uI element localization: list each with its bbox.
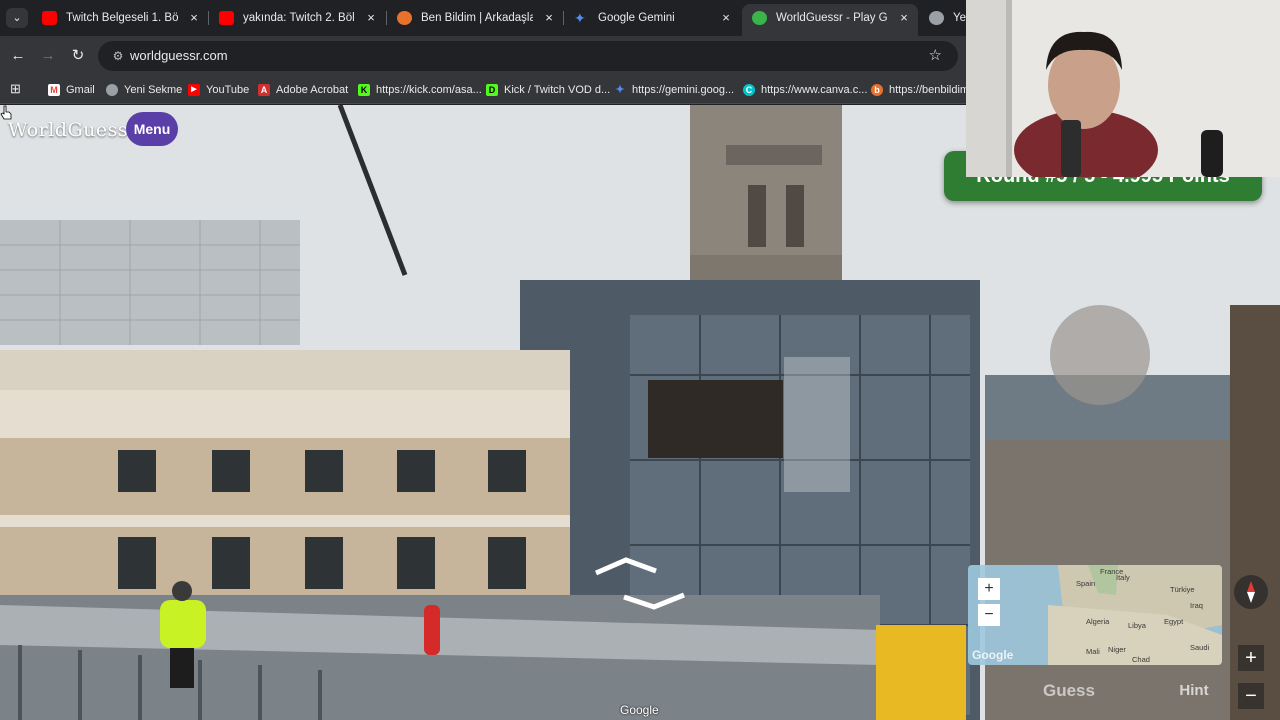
canva-icon: C [743,84,755,96]
kick-icon: D [486,84,498,96]
youtube-icon [219,11,234,25]
map-label: Iraq [1190,601,1203,610]
map-label: Egypt [1164,617,1184,626]
bookmark-adobe-acrobat[interactable]: A Adobe Acrobat [258,80,348,100]
tab-3[interactable]: Ben Bildim | Arkadaşlarınla × [387,4,563,32]
tab-5-active[interactable]: WorldGuessr - Play Geogu × [742,4,918,36]
street-view-panorama[interactable]: WorldGuessr Menu Round #5 / 5 - 4.995 Po… [0,105,1280,720]
tab-2[interactable]: yakında: Twitch 2. Bölüm - × [209,4,385,32]
benbildim-icon [397,11,412,25]
worldguessr-logo: WorldGuessr [8,119,138,141]
webcam-person-illustration [966,0,1280,177]
close-icon[interactable]: × [186,4,202,32]
back-arrow-icon[interactable]: ← [8,46,28,66]
bookmark-kick-twitch-vod[interactable]: D Kick / Twitch VOD d... [486,80,610,100]
guess-button[interactable]: Guess [1038,678,1100,704]
bookmark-star-icon[interactable]: ☆ [929,46,942,64]
tab-title: Google Gemini [598,12,675,24]
url-text[interactable]: worldguessr.com [130,41,228,71]
panorama-zoom-out-button[interactable]: − [1238,683,1264,709]
map-label: Mali [1086,647,1100,656]
map-label: Niger [1108,645,1126,654]
bookmark-label: Adobe Acrobat [276,84,349,96]
bookmark-label: https://benbildim... [889,84,979,96]
close-icon[interactable]: × [541,4,557,32]
bookmark-canva[interactable]: C https://www.canva.c... [743,80,867,100]
map-label: Türkiye [1170,585,1195,594]
bookmark-label: https://gemini.goog... [632,84,735,96]
panorama-zoom-in-button[interactable]: + [1238,645,1264,671]
map-label: Libya [1128,621,1146,630]
map-zoom-in-button[interactable]: + [978,578,1000,600]
map-zoom-out-button[interactable]: − [978,604,1000,626]
site-info-icon[interactable]: ⚙ [110,48,126,64]
benbildim-icon: b [871,84,883,96]
bookmark-label: https://www.canva.c... [761,84,868,96]
bookmark-yeni-sekme[interactable]: Yeni Sekme [106,80,182,100]
tab-title: Ben Bildim | Arkadaşlarınla [421,12,533,24]
hint-button[interactable]: Hint [1170,678,1218,704]
tab-title: yakında: Twitch 2. Bölüm - [243,12,355,24]
bookmark-kick[interactable]: K https://kick.com/asa... [358,80,482,100]
address-bar[interactable]: ⚙ worldguessr.com ☆ [98,41,958,71]
gmail-icon: M [48,84,60,96]
bookmark-gemini[interactable]: ✦ https://gemini.goog... [614,80,734,100]
bookmark-benbildim[interactable]: b https://benbildim... [871,80,978,100]
map-label: Saudi [1190,643,1210,652]
globe-icon [752,11,767,25]
map-google-attribution: Google [972,648,1014,662]
tab-4[interactable]: ✦ Google Gemini × [564,4,740,32]
bookmark-label: https://kick.com/asa... [376,84,482,96]
tab-title: Twitch Belgeseli 1. Bölüm - [66,12,178,24]
chrome-icon [106,84,118,96]
bookmark-label: Kick / Twitch VOD d... [504,84,611,96]
forward-arrow-icon[interactable]: → [38,46,58,66]
menu-button[interactable]: Menu [126,112,178,146]
gemini-icon: ✦ [574,10,586,26]
close-icon[interactable]: × [718,4,734,32]
tab-1[interactable]: Twitch Belgeseli 1. Bölüm - × [32,4,208,32]
map-label: Chad [1132,655,1150,664]
acrobat-icon: A [258,84,270,96]
bookmark-youtube[interactable]: ▶ YouTube [188,80,249,100]
close-icon[interactable]: × [363,4,379,32]
close-icon[interactable]: × [896,4,912,32]
tab-title: WorldGuessr - Play Geogu [776,12,888,24]
hand-cursor-icon [0,105,12,120]
map-label: Spain [1076,579,1096,588]
youtube-icon [42,11,57,25]
bookmark-label: Gmail [66,84,95,96]
google-attribution: Google [620,703,659,717]
reload-icon[interactable]: ↻ [68,46,88,66]
compass-needle [1247,581,1255,603]
map-label: Italy [1116,573,1130,582]
chrome-icon [929,11,944,25]
bookmark-gmail[interactable]: M Gmail [48,80,95,100]
bookmark-label: YouTube [206,84,250,96]
compass-icon[interactable] [1234,575,1268,609]
youtube-icon: ▶ [188,84,200,96]
webcam-overlay [966,0,1280,177]
gemini-icon: ✦ [615,84,625,96]
bookmark-label: Yeni Sekme [124,84,183,96]
map-label: Algeria [1086,617,1110,626]
apps-grid-icon[interactable]: ⊞ [10,82,24,96]
tab-search-button[interactable]: ⌄ [6,8,28,28]
kick-icon: K [358,84,370,96]
